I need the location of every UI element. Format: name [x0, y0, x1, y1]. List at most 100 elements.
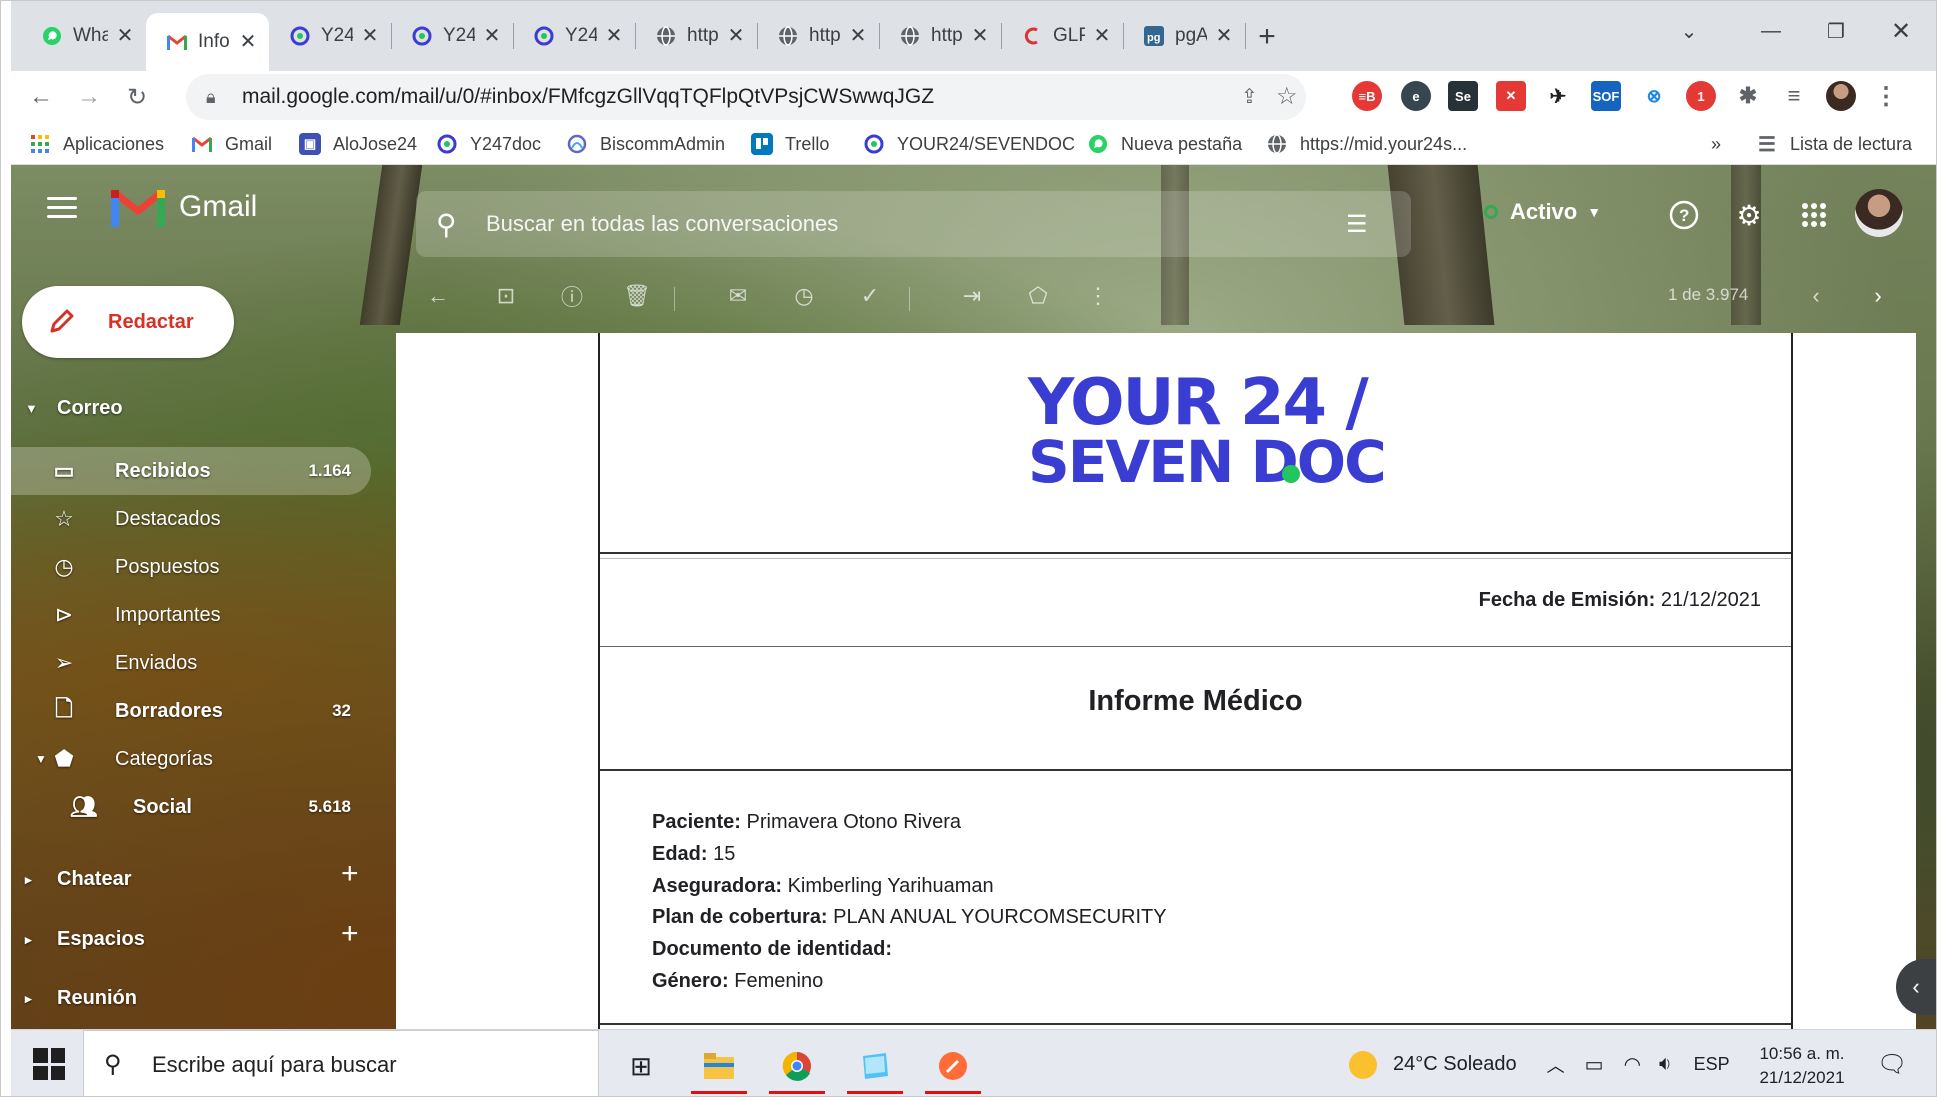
back-button[interactable]: ←: [23, 79, 59, 115]
tab-gmail[interactable]: Informe Médico ✕: [146, 13, 269, 71]
extension-badge-icon[interactable]: 1: [1686, 81, 1716, 111]
tab-y247doc-2[interactable]: Y247doc ✕: [391, 13, 513, 59]
extensions-puzzle-icon[interactable]: ✱: [1733, 81, 1763, 111]
share-icon[interactable]: ⇪: [1241, 84, 1258, 109]
close-window-button[interactable]: ✕: [1871, 11, 1931, 51]
close-icon[interactable]: ✕: [359, 25, 381, 47]
bookmark-star-icon[interactable]: ☆: [1276, 82, 1298, 111]
tab-whatsapp[interactable]: WhatsApp ✕: [21, 13, 146, 59]
notepad-app-icon[interactable]: [845, 1038, 905, 1094]
taskbar-search[interactable]: ⚲ Escribe aquí para buscar: [83, 1030, 599, 1096]
file-explorer-icon[interactable]: [689, 1038, 749, 1094]
chrome-icon[interactable]: [767, 1038, 827, 1094]
bookmark-gmail[interactable]: Gmail: [191, 129, 272, 159]
search-options-icon[interactable]: ☰: [1346, 210, 1386, 239]
volume-icon[interactable]: 🔉︎: [1659, 1053, 1672, 1076]
search-bar[interactable]: ⚲ Buscar en todas las conversaciones ☰: [416, 191, 1411, 257]
close-icon[interactable]: ✕: [481, 25, 503, 47]
close-icon[interactable]: ✕: [1091, 25, 1113, 47]
tab-https-1[interactable]: https:// ✕: [635, 13, 757, 59]
close-icon[interactable]: ✕: [725, 25, 747, 47]
newer-chevron-icon[interactable]: ‹: [1801, 281, 1831, 311]
address-bar[interactable]: 🔒︎ mail.google.com/mail/u/0/#inbox/FMfcg…: [186, 74, 1306, 120]
profile-avatar[interactable]: [1826, 81, 1856, 111]
bookmark-y247doc[interactable]: Y247doc: [436, 129, 541, 159]
bookmark-alojose24[interactable]: ▣ AloJose24: [299, 129, 417, 159]
section-correo[interactable]: ▼ Correo: [25, 397, 123, 420]
reading-list-button[interactable]: ☰ Lista de lectura: [1756, 129, 1912, 159]
battery-icon[interactable]: ▭: [1585, 1052, 1604, 1077]
extension-red-icon[interactable]: ≡B: [1352, 81, 1382, 111]
bookmark-apps[interactable]: Aplicaciones: [29, 129, 164, 159]
reload-button[interactable]: ↻: [119, 79, 155, 115]
bookmark-your24sevendoc[interactable]: YOUR24/SEVENDOC: [863, 129, 1075, 159]
extension-compass-icon[interactable]: ⊗: [1639, 81, 1669, 111]
language-indicator[interactable]: ESP: [1694, 1054, 1730, 1075]
older-chevron-icon[interactable]: ›: [1863, 281, 1893, 311]
close-icon[interactable]: ✕: [237, 31, 259, 53]
section-espacios[interactable]: ▸ Espacios: [25, 928, 145, 951]
nav-destacados[interactable]: ☆ Destacados: [11, 495, 371, 543]
status-selector[interactable]: Activo ▼: [1484, 199, 1601, 225]
bookmarks-overflow-button[interactable]: »: [1711, 129, 1721, 159]
windows-start-icon[interactable]: [33, 1048, 65, 1080]
nav-pospuestos[interactable]: ◷ Pospuestos: [11, 543, 371, 591]
bookmark-biscommadmin[interactable]: BiscommAdmin: [566, 129, 725, 159]
bookmark-trello[interactable]: Trello: [751, 129, 829, 159]
extension-x-icon[interactable]: ✕: [1496, 81, 1526, 111]
extension-plane-icon[interactable]: ✈: [1543, 81, 1573, 111]
back-to-inbox-icon[interactable]: ←: [423, 281, 453, 311]
tab-https-3[interactable]: https:// ✕: [879, 13, 1001, 59]
tab-pgadmin[interactable]: pg pgAdmin ✕: [1123, 13, 1245, 59]
report-spam-icon[interactable]: ⓘ: [557, 281, 587, 311]
mark-unread-icon[interactable]: ✉: [723, 281, 753, 311]
forward-button[interactable]: →: [71, 79, 107, 115]
search-icon[interactable]: ⚲: [436, 208, 476, 241]
tab-https-2[interactable]: https:// ✕: [757, 13, 879, 59]
snooze-icon[interactable]: ◷: [789, 281, 819, 311]
weather-sun-icon[interactable]: [1349, 1050, 1377, 1079]
move-to-icon[interactable]: ⇥: [957, 281, 987, 311]
add-chat-icon[interactable]: +: [341, 857, 359, 891]
postman-app-icon[interactable]: [923, 1038, 983, 1094]
tab-y247doc-1[interactable]: Y247doc ✕: [269, 13, 391, 59]
archive-icon[interactable]: ⊡: [491, 281, 521, 311]
nav-categorias[interactable]: ▼ ⬟ Categorías: [11, 735, 371, 783]
close-icon[interactable]: ✕: [969, 25, 991, 47]
tab-glpi[interactable]: GLPI - ✕: [1001, 13, 1123, 59]
taskbar-search-input[interactable]: Escribe aquí para buscar: [152, 1052, 397, 1078]
bookmark-mid-your24s[interactable]: https://mid.your24s...: [1266, 129, 1467, 159]
wifi-icon[interactable]: ◠: [1624, 1052, 1641, 1077]
tray-chevron-icon[interactable]: ︿: [1547, 1052, 1565, 1078]
extension-se-icon[interactable]: Se: [1448, 81, 1478, 111]
nav-importantes[interactable]: ⊳ Importantes: [11, 591, 371, 639]
close-icon[interactable]: ✕: [603, 25, 625, 47]
add-task-icon[interactable]: ✓: [855, 281, 885, 311]
tab-y247doc-3[interactable]: Y247doc ✕: [513, 13, 635, 59]
more-options-icon[interactable]: ⋮: [1083, 281, 1113, 311]
extension-e-icon[interactable]: e: [1401, 81, 1431, 111]
settings-gear-icon[interactable]: ⚙: [1729, 195, 1769, 235]
help-icon[interactable]: ?: [1664, 195, 1704, 235]
search-input[interactable]: Buscar en todas las conversaciones: [486, 211, 1346, 237]
restore-button[interactable]: ❐: [1806, 11, 1866, 51]
media-control-icon[interactable]: ≡: [1779, 81, 1809, 111]
delete-icon[interactable]: 🗑︎: [622, 281, 652, 311]
account-avatar[interactable]: [1855, 189, 1903, 237]
nav-social[interactable]: 👥︎ Social 5.618: [11, 783, 371, 831]
add-space-icon[interactable]: +: [341, 917, 359, 951]
task-view-icon[interactable]: ⊞: [611, 1038, 671, 1094]
gmail-logo[interactable]: Gmail: [111, 187, 257, 227]
section-reunion[interactable]: ▸ Reunión: [25, 987, 137, 1010]
extension-sof-icon[interactable]: SOF: [1591, 81, 1621, 111]
notifications-icon[interactable]: 🗨︎: [1877, 1050, 1907, 1079]
google-apps-icon[interactable]: [1794, 195, 1834, 235]
nav-borradores[interactable]: 🗋︎ Borradores 32: [11, 687, 371, 735]
close-icon[interactable]: ✕: [114, 25, 136, 47]
new-tab-button[interactable]: +: [1249, 19, 1285, 55]
compose-button[interactable]: Redactar: [22, 286, 234, 358]
chrome-menu-icon[interactable]: ⋮: [1871, 81, 1901, 111]
close-icon[interactable]: ✕: [847, 25, 869, 47]
clock[interactable]: 10:56 a. m. 21/12/2021: [1747, 1042, 1857, 1090]
close-icon[interactable]: ✕: [1213, 25, 1235, 47]
